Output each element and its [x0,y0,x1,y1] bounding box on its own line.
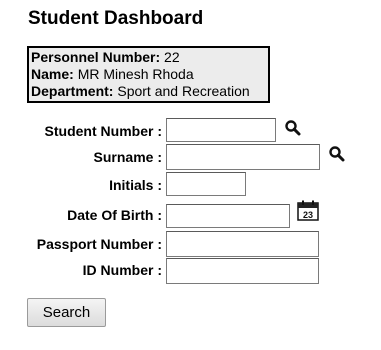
initials-label: Initials : [109,177,162,193]
search-icon[interactable] [284,119,302,137]
student-number-label: Student Number : [44,123,162,139]
date-of-birth-input[interactable] [166,204,290,228]
personnel-department-label: Department: [31,83,114,99]
personnel-number-line: Personnel Number: 22 [31,49,265,66]
personnel-number-value: 22 [164,49,180,65]
initials-input[interactable] [166,172,246,196]
calendar-icon[interactable]: 23 [297,199,319,221]
personnel-name-value: MR Minesh Rhoda [77,66,194,82]
initials-label-wrap: Initials : [0,172,162,198]
surname-input[interactable] [166,144,320,170]
page-title: Student Dashboard [28,8,204,29]
surname-label: Surname : [93,149,162,165]
dob-label: Date Of Birth : [67,207,162,223]
personnel-info-box: Personnel Number: 22 Name: MR Minesh Rho… [27,46,270,103]
id-number-label-wrap: ID Number : [0,257,162,283]
personnel-name-label: Name: [31,66,74,82]
id-number-label: ID Number : [82,262,162,278]
personnel-name-line: Name: MR Minesh Rhoda [31,66,265,83]
personnel-department-line: Department: Sport and Recreation [31,83,265,100]
dob-label-wrap: Date Of Birth : [0,202,162,228]
personnel-department-value: Sport and Recreation [117,83,250,99]
search-button[interactable]: Search [27,298,106,327]
student-number-label-wrap: Student Number : [0,118,162,144]
personnel-number-label: Personnel Number: [31,49,161,65]
passport-label-wrap: Passport Number : [0,231,162,257]
passport-number-input[interactable] [166,231,319,257]
calendar-day-text: 23 [303,210,313,220]
student-number-input[interactable] [166,118,276,142]
surname-label-wrap: Surname : [0,144,162,170]
passport-number-label: Passport Number : [36,236,162,252]
search-icon[interactable] [328,145,346,163]
id-number-input[interactable] [166,258,319,284]
